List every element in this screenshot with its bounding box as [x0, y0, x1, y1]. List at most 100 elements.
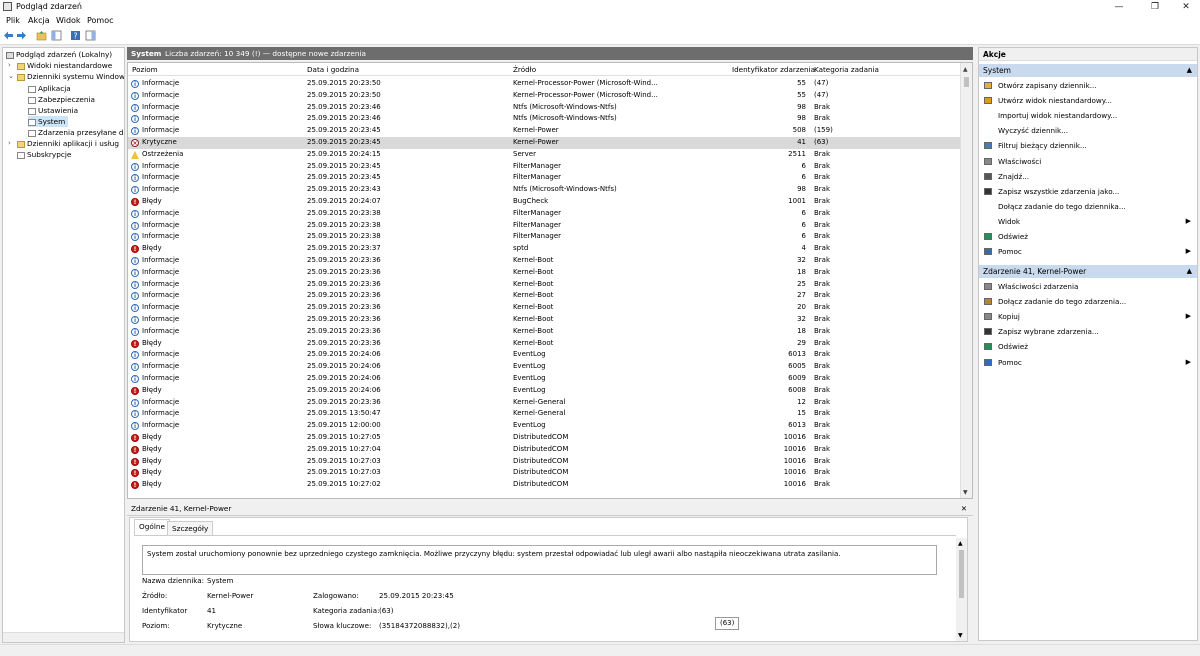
table-row[interactable]: ! Błędy 25.09.2015 10:27:05 DistributedCOM 1… [128, 432, 961, 444]
action-od-wie[interactable]: Odśwież [979, 340, 1197, 353]
action-otw-rz-zapisany-dziennik[interactable]: Otwórz zapisany dziennik... [979, 79, 1197, 92]
action-importuj-widok-niestandardowy[interactable]: Importuj widok niestandardowy... [979, 109, 1197, 122]
expand-chevron-icon[interactable]: › [8, 138, 11, 149]
tree-item-app-service-logs[interactable]: › Dzienniki aplikacji i usług [8, 138, 119, 149]
action-w-a-ciwo-ci-zdarzenia[interactable]: Właściwości zdarzenia [979, 280, 1197, 293]
action-pomoc[interactable]: Pomoc ▶ [979, 356, 1197, 369]
table-row[interactable]: Ostrzeżenia 25.09.2015 20:24:15 Server 2511… [128, 149, 961, 161]
table-row[interactable]: i Informacje 25.09.2015 20:23:45 FilterMana… [128, 172, 961, 184]
collapse-arrow-icon[interactable]: ▲ [1187, 64, 1192, 77]
tab-details[interactable]: Szczegóły [167, 521, 214, 535]
tree-horizontal-scrollbar[interactable] [3, 632, 124, 642]
collapse-arrow-icon[interactable]: ▲ [1187, 265, 1192, 278]
table-row[interactable]: i Informacje 25.09.2015 20:23:36 Kernel-Gen… [128, 397, 961, 409]
column-level[interactable]: Poziom [132, 65, 158, 74]
table-row[interactable]: i Informacje 25.09.2015 20:24:06 EventLog 60… [128, 349, 961, 361]
table-row[interactable]: ! Błędy 25.09.2015 20:23:36 Kernel-Boot 29 Br… [128, 338, 961, 350]
table-row[interactable]: i Informacje 25.09.2015 20:24:06 EventLog 60… [128, 373, 961, 385]
detail-scroll-up-icon[interactable]: ▲ [958, 540, 963, 547]
detail-close-icon[interactable]: ✕ [961, 502, 967, 515]
minimize-button[interactable]: — [1105, 0, 1133, 14]
column-event-id[interactable]: Identyfikator zdarzenia [732, 65, 815, 74]
tree-item-security[interactable]: Zabezpieczenia [28, 94, 95, 105]
tree-item-system[interactable]: System [28, 116, 69, 127]
table-row[interactable]: i Informacje 25.09.2015 20:23:36 Kernel-Boo… [128, 290, 961, 302]
back-arrow-icon[interactable] [3, 30, 14, 41]
help-icon[interactable]: ? [70, 30, 81, 41]
expand-chevron-icon[interactable]: › [8, 60, 11, 71]
close-button[interactable]: ✕ [1172, 0, 1200, 14]
table-row[interactable]: i Informacje 25.09.2015 20:23:38 FilterMana… [128, 220, 961, 232]
action-pomoc[interactable]: Pomoc ▶ [979, 245, 1197, 258]
action-filtruj-bie-cy-dziennik[interactable]: Filtruj bieżący dziennik... [979, 139, 1197, 152]
table-row[interactable]: i Informacje 25.09.2015 20:23:36 Kernel-Boo… [128, 314, 961, 326]
action-od-wie[interactable]: Odśwież [979, 230, 1197, 243]
detail-vertical-scrollbar[interactable]: ▲ ▼ [956, 538, 967, 641]
table-row[interactable]: i Informacje 25.09.2015 13:50:47 Kernel-Gen… [128, 408, 961, 420]
table-row[interactable]: ! Błędy 25.09.2015 20:24:07 BugCheck 1001 Bra… [128, 196, 961, 208]
table-row[interactable]: i Informacje 25.09.2015 20:23:50 Kernel-Pro… [128, 90, 961, 102]
table-row[interactable]: ! Błędy 25.09.2015 20:24:06 EventLog 6008 Bra… [128, 385, 961, 397]
table-row[interactable]: ! Błędy 25.09.2015 20:23:37 sptd 4 Brak [128, 243, 961, 255]
tree-item-event-viewer-local[interactable]: Podgląd zdarzeń (Lokalny) [6, 49, 112, 60]
tree-item-custom-views[interactable]: › Widoki niestandardowe [8, 60, 112, 71]
menu-view[interactable]: Widok [56, 16, 81, 25]
table-row[interactable]: i Informacje 25.09.2015 20:23:46 Ntfs (Micr… [128, 102, 961, 114]
column-source[interactable]: Źródło [513, 65, 536, 74]
tree-item-application[interactable]: Aplikacja [28, 83, 71, 94]
scroll-up-arrow-icon[interactable]: ▲ [963, 66, 968, 73]
show-action-pane-icon[interactable] [85, 30, 96, 41]
show-hide-tree-icon[interactable] [51, 30, 62, 41]
actions-section-event[interactable]: Zdarzenie 41, Kernel-Power ▲ [979, 265, 1197, 278]
table-row[interactable]: i Informacje 25.09.2015 20:23:36 Kernel-Boo… [128, 326, 961, 338]
column-task-category[interactable]: Kategoria zadania [814, 65, 879, 74]
scroll-thumb[interactable] [964, 77, 969, 87]
collapse-chevron-icon[interactable]: ⌄ [8, 71, 14, 82]
table-row[interactable]: × Krytyczne 25.09.2015 20:23:45 Kernel-Powe… [128, 137, 961, 149]
action-do-cz-zadanie-do-tego-zdarzenia[interactable]: Dołącz zadanie do tego zdarzenia... [979, 295, 1197, 308]
menu-file[interactable]: Plik [6, 16, 20, 25]
table-row[interactable]: ! Błędy 25.09.2015 10:27:02 DistributedCOM 1… [128, 479, 961, 491]
menu-action[interactable]: Akcja [28, 16, 50, 25]
action-widok[interactable]: Widok ▶ [979, 215, 1197, 228]
maximize-button[interactable]: ❐ [1141, 0, 1169, 14]
table-row[interactable]: ! Błędy 25.09.2015 10:27:03 DistributedCOM 1… [128, 467, 961, 479]
action-do-cz-zadanie-do-tego-dziennika[interactable]: Dołącz zadanie do tego dziennika... [979, 200, 1197, 213]
action-znajd[interactable]: Znajdź... [979, 170, 1197, 183]
action-utw-rz-widok-niestandardowy[interactable]: Utwórz widok niestandardowy... [979, 94, 1197, 107]
column-date[interactable]: Data i godzina [307, 65, 359, 74]
table-row[interactable]: i Informacje 25.09.2015 20:23:46 Ntfs (Micr… [128, 113, 961, 125]
table-row[interactable]: i Informacje 25.09.2015 20:24:06 EventLog 60… [128, 361, 961, 373]
tree-item-subscriptions[interactable]: Subskrypcje [17, 149, 71, 160]
actions-section-system[interactable]: System ▲ [979, 64, 1197, 77]
action-kopiuj[interactable]: Kopiuj ▶ [979, 310, 1197, 323]
table-row[interactable]: i Informacje 25.09.2015 12:00:00 EventLog 60… [128, 420, 961, 432]
table-row[interactable]: ! Błędy 25.09.2015 10:27:03 DistributedCOM 1… [128, 456, 961, 468]
action-wyczy-dziennik[interactable]: Wyczyść dziennik... [979, 124, 1197, 137]
table-row[interactable]: ! Błędy 25.09.2015 10:27:04 DistributedCOM 1… [128, 444, 961, 456]
table-row[interactable]: i Informacje 25.09.2015 20:23:50 Kernel-Pro… [128, 78, 961, 90]
table-row[interactable]: i Informacje 25.09.2015 20:23:45 Kernel-Pow… [128, 125, 961, 137]
action-zapisz-wybrane-zdarzenia[interactable]: Zapisz wybrane zdarzenia... [979, 325, 1197, 338]
detail-scroll-down-icon[interactable]: ▼ [958, 632, 963, 639]
tree-item-windows-logs[interactable]: ⌄ Dzienniki systemu Windows [8, 71, 124, 82]
menu-help[interactable]: Pomoc [87, 16, 114, 25]
tree-item-setup[interactable]: Ustawienia [28, 105, 78, 116]
event-message[interactable]: System został uruchomiony ponownie bez u… [142, 545, 937, 575]
table-vertical-scrollbar[interactable]: ▲ ▼ [960, 63, 972, 498]
detail-scroll-thumb[interactable] [959, 550, 964, 598]
table-row[interactable]: i Informacje 25.09.2015 20:23:36 Kernel-Boo… [128, 302, 961, 314]
table-row[interactable]: i Informacje 25.09.2015 20:23:36 Kernel-Boo… [128, 279, 961, 291]
table-row[interactable]: i Informacje 25.09.2015 20:23:45 FilterMana… [128, 161, 961, 173]
forward-arrow-icon[interactable] [16, 30, 27, 41]
action-w-a-ciwo-ci[interactable]: Właściwości [979, 155, 1197, 168]
tab-general[interactable]: Ogólne [134, 519, 170, 536]
table-row[interactable]: i Informacje 25.09.2015 20:23:36 Kernel-Boo… [128, 255, 961, 267]
tree-item-forwarded-events[interactable]: Zdarzenia przesyłane dalej [28, 127, 124, 138]
table-row[interactable]: i Informacje 25.09.2015 20:23:36 Kernel-Boo… [128, 267, 961, 279]
up-folder-icon[interactable] [36, 30, 47, 41]
table-row[interactable]: i Informacje 25.09.2015 20:23:43 Ntfs (Micr… [128, 184, 961, 196]
table-row[interactable]: i Informacje 25.09.2015 20:23:38 FilterMana… [128, 231, 961, 243]
action-zapisz-wszystkie-zdarzenia-jako[interactable]: Zapisz wszystkie zdarzenia jako... [979, 185, 1197, 198]
table-row[interactable]: i Informacje 25.09.2015 20:23:38 FilterMana… [128, 208, 961, 220]
